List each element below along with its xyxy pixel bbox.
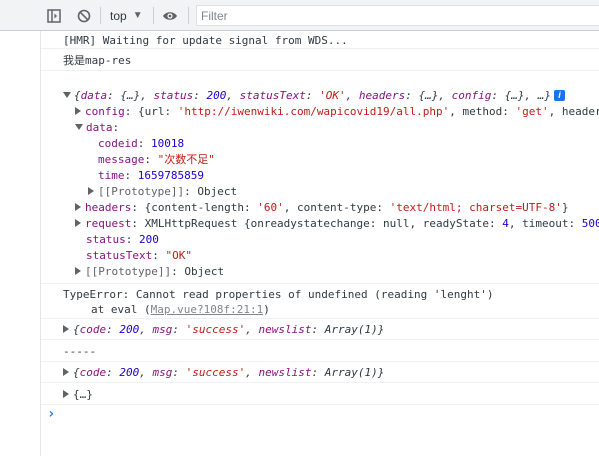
object-summary[interactable]: {…}	[63, 387, 93, 402]
codeid-property: codeid: 10018	[98, 137, 185, 150]
collapse-triangle-icon[interactable]	[63, 92, 71, 98]
toolbar-divider	[100, 7, 101, 24]
headers-property[interactable]: headers: {content-length: '60', content-…	[75, 200, 568, 215]
expand-triangle-icon[interactable]	[63, 368, 69, 376]
map-res-log-text: 我是map-res	[63, 54, 132, 67]
error-stack-line: at eval (Map.vue?108f:21:1)	[91, 303, 270, 316]
expand-triangle-icon[interactable]	[75, 219, 81, 227]
source-link[interactable]: Map.vue?108f:21:1	[151, 303, 264, 316]
chevron-down-icon: ▼	[132, 10, 143, 21]
expand-triangle-icon[interactable]	[63, 390, 69, 398]
expand-triangle-icon[interactable]	[63, 325, 69, 333]
prompt-chevron-icon: ›	[47, 406, 56, 422]
status-property: status: 200	[86, 233, 159, 246]
data-property[interactable]: data:	[75, 120, 119, 135]
expand-triangle-icon[interactable]	[75, 267, 81, 275]
context-selector[interactable]: top ▼	[106, 6, 148, 25]
message-property: message: "次数不足"	[98, 153, 215, 166]
expand-triangle-icon[interactable]	[75, 107, 81, 115]
error-message: TypeError: Cannot read properties of und…	[41, 284, 599, 319]
prototype-property[interactable]: [[Prototype]]: Object	[88, 184, 237, 199]
collapse-triangle-icon[interactable]	[75, 124, 83, 130]
context-label: top	[110, 8, 127, 23]
console-messages: [HMR] Waiting for update signal from WDS…	[41, 31, 599, 456]
log-message: -----	[41, 340, 599, 362]
time-property: time: 1659785859	[98, 169, 204, 182]
clear-console-button[interactable]	[73, 6, 95, 25]
object-summary[interactable]: {code: 200, msg: 'success', newslist: Ar…	[63, 322, 384, 337]
console-prompt[interactable]: ›	[41, 405, 599, 427]
toolbar-divider	[153, 7, 154, 24]
log-object-message: {…}	[41, 383, 599, 405]
clear-icon	[77, 9, 91, 22]
error-text: TypeError: Cannot read properties of und…	[63, 288, 494, 301]
response-object-message: {data: {…}, status: 200, statusText: 'OK…	[41, 71, 599, 284]
hmr-log-text: [HMR] Waiting for update signal from WDS…	[63, 34, 348, 47]
expand-triangle-icon[interactable]	[88, 187, 94, 195]
response-object-summary[interactable]: {data: {…}, status: 200, statusText: 'OK…	[63, 88, 565, 103]
filter-input[interactable]	[196, 5, 599, 26]
eye-icon	[163, 11, 177, 20]
toolbar-divider	[188, 7, 189, 24]
dashes-text: -----	[63, 345, 97, 358]
object-summary[interactable]: {code: 200, msg: 'success', newslist: Ar…	[63, 365, 384, 380]
console-toolbar: top ▼	[0, 0, 599, 31]
statustext-property: statusText: "OK"	[86, 249, 192, 262]
request-property[interactable]: request: XMLHttpRequest {onreadystatecha…	[75, 216, 599, 231]
log-message: [HMR] Waiting for update signal from WDS…	[41, 31, 599, 49]
log-message: 我是map-res	[41, 49, 599, 71]
log-object-message: {code: 200, msg: 'success', newslist: Ar…	[41, 319, 599, 340]
live-expression-button[interactable]	[158, 6, 182, 25]
expand-triangle-icon[interactable]	[75, 203, 81, 211]
sidebar-icon	[47, 8, 61, 23]
info-icon[interactable]: i	[553, 89, 565, 101]
console-gutter	[0, 31, 41, 456]
log-object-message: {code: 200, msg: 'success', newslist: Ar…	[41, 362, 599, 383]
config-property[interactable]: config: {url: 'http://iwenwiki.com/wapic…	[75, 104, 599, 119]
toggle-sidebar-button[interactable]	[43, 6, 65, 25]
prototype-property[interactable]: [[Prototype]]: Object	[75, 264, 224, 279]
